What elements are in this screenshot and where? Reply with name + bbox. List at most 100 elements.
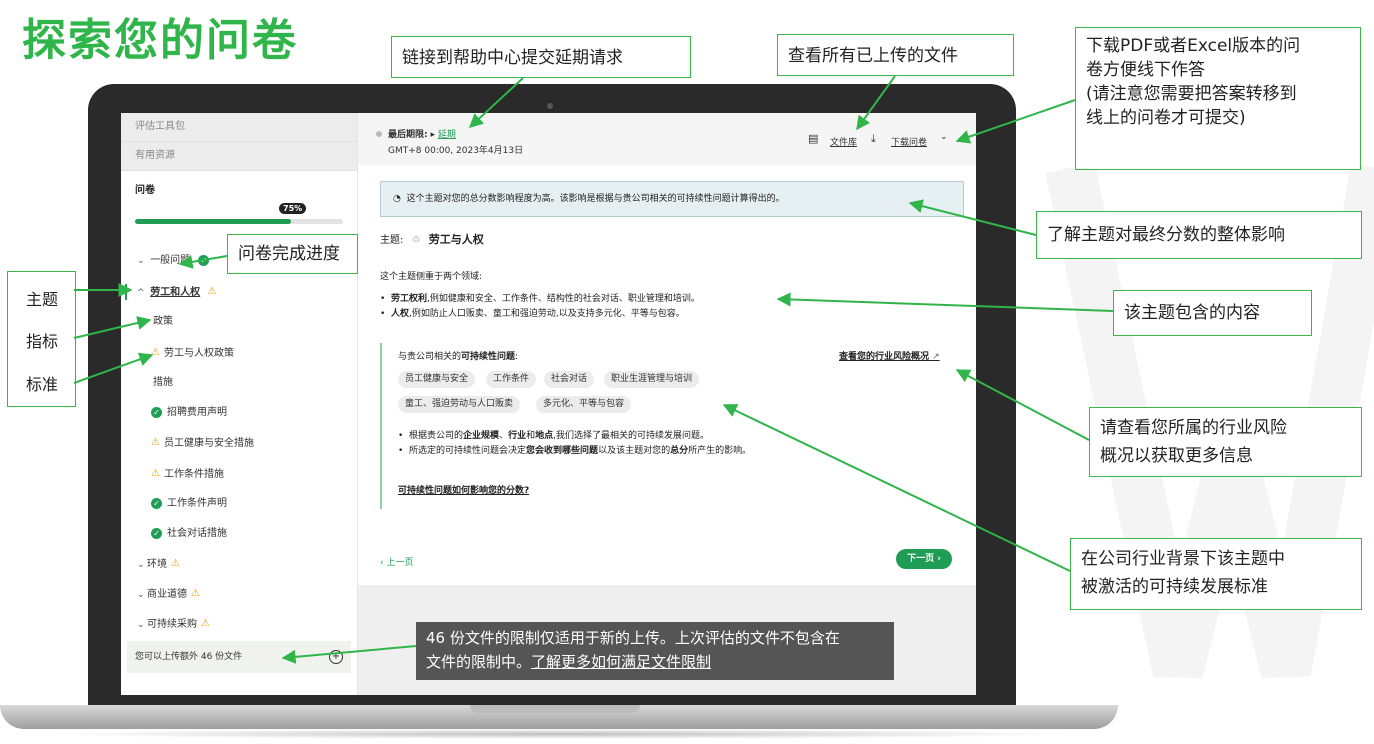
focus-bullet-human: • 人权,例如防止人口贩卖、童工和强迫劳动,以及支持多元化、平等与包容。 <box>380 309 685 319</box>
callout-download: 下载PDF或者Excel版本的问 卷方便线下作答 (请注意您需要把答案转移到 线… <box>1075 27 1361 170</box>
sidebar-section-questionnaire: 问卷 <box>135 185 155 196</box>
label-theme: 主题 <box>26 290 59 309</box>
main-header: 最后期限: ▸ 延期 GMT+8 00:00, 2023年4月13日 ▤ 文件库… <box>358 113 976 165</box>
laptop-shadow <box>40 729 1080 739</box>
focus-bullet-labor: • 劳工权利,例如健康和安全、工作条件、结构性的社会对话、职业管理和培训。 <box>380 294 700 304</box>
score-help-link[interactable]: 可持续性问题如何影响您的分数? <box>398 483 529 496</box>
add-file-icon[interactable]: + <box>329 650 343 664</box>
note-bold: 地点 <box>535 431 554 441</box>
theme-name: 劳工与人权 <box>428 233 484 246</box>
callout-impact: 了解主题对最终分数的整体影响 <box>1036 211 1362 259</box>
deadline: 最后期限: ▸ 延期 <box>376 127 456 140</box>
warning-icon: ⚠ <box>201 618 210 629</box>
progress-fill <box>135 219 291 224</box>
callout-risk: 请查看您所属的行业风险 概况以获取更多信息 <box>1089 407 1362 477</box>
note-text: 所选定的可持续性问题会决定 <box>409 446 527 456</box>
note-text: 以及该主题对您的 <box>598 446 671 456</box>
main-content: ◔ 这个主题对您的总分数影响程度为高。该影响是根据与贵公司相关的可持续性问题计算… <box>358 165 976 585</box>
sidebar-item-recruit-fee[interactable]: ✓ 招聘费用声明 <box>151 405 227 421</box>
sidebar-item-label: 社会对话措施 <box>167 528 227 539</box>
callout-standards: 在公司行业背景下该主题中 被激活的可持续发展标准 <box>1070 538 1362 610</box>
sidebar-item-work-cond-stmt[interactable]: ✓ 工作条件声明 <box>151 496 227 512</box>
sidebar-item-general[interactable]: ⌄ 一般问题 ✓ <box>137 253 214 269</box>
upload-quota-text: 您可以上传额外 46 份文件 <box>135 652 243 662</box>
theme-prefix: 主题: <box>380 235 404 246</box>
bullet-text: ,例如健康和安全、工作条件、结构性的社会对话、职业管理和培训。 <box>427 294 700 304</box>
prev-page-link[interactable]: ‹ 上一页 <box>380 555 413 568</box>
sidebar-item-measures[interactable]: 措施 <box>153 375 173 391</box>
sidebar-item-label: 劳工与人权政策 <box>163 348 234 359</box>
risk-profile-link[interactable]: 查看您的行业风险概况 ↗ <box>839 349 940 362</box>
chevron-down-icon: ⌄ <box>137 256 145 266</box>
note-bold: 总分 <box>670 446 689 456</box>
sidebar-item-label: 招聘费用声明 <box>167 407 227 418</box>
download-link[interactable]: 下载问卷 <box>891 135 927 148</box>
sidebar-item-label: 劳工和人权 <box>150 287 201 298</box>
bullet-bold: 劳工权利 <box>391 294 428 304</box>
callout-line: 被激活的可持续发展标准 <box>1081 577 1268 597</box>
callout-line: 下载PDF或者Excel版本的问 <box>1086 36 1301 56</box>
file-limit-link[interactable]: 了解更多如何满足文件限制 <box>531 653 711 671</box>
issue-tag: 员工健康与安全 <box>398 371 476 388</box>
check-icon: ✓ <box>151 497 162 509</box>
impact-text: 这个主题对您的总分数影响程度为高。该影响是根据与贵公司相关的可持续性问题计算得出… <box>406 194 785 204</box>
chevron-down-icon[interactable]: ⌄ <box>940 132 948 142</box>
laptop-notch <box>470 705 640 713</box>
sidebar-item-label: 一般问题 <box>150 255 191 266</box>
sidebar-item-social-dialog[interactable]: ✓ 社会对话措施 <box>151 526 227 542</box>
sidebar-item-health-safety[interactable]: ⚠ 员工健康与安全措施 <box>151 435 254 451</box>
callout-left-labels: 主题 指标 标准 <box>7 271 76 407</box>
callout-progress: 问卷完成进度 <box>227 234 358 274</box>
next-page-button[interactable]: 下一页 › <box>896 549 952 569</box>
library-icon[interactable]: ▤ <box>808 132 818 145</box>
risk-profile-label: 查看您的行业风险概况 <box>839 352 930 362</box>
note-text: ,我们选择了最相关的可持续发展问题。 <box>553 431 709 441</box>
bullet-bold: 人权 <box>391 309 410 319</box>
file-limit-tooltip: 46 份文件的限制仅适用于新的上传。上次评估的文件不包含在 文件的限制中。了解更… <box>416 622 894 680</box>
chevron-up-icon: ^ <box>137 288 145 298</box>
sidebar-item-label: 环境 <box>147 559 167 570</box>
label-indicator: 指标 <box>26 332 59 351</box>
sidebar-item-labor[interactable]: ^ 劳工和人权 ⚠ <box>125 284 216 300</box>
sidebar-nav-resources[interactable]: 有用资源 <box>121 142 357 171</box>
sidebar-item-label: 员工健康与安全措施 <box>163 438 254 449</box>
app-screen: 评估工具包 有用资源 问卷 75% ⌄ 一般问题 ✓ ^ 劳工和人权 ⚠ 政策 … <box>121 113 976 695</box>
sidebar-item-labor-policy[interactable]: ⚠ 劳工与人权政策 <box>151 345 234 361</box>
camera-icon <box>547 103 553 109</box>
sidebar-item-work-cond[interactable]: ⚠ 工作条件措施 <box>151 466 224 482</box>
callout-help-center: 链接到帮助中心提交延期请求 <box>391 36 691 78</box>
issues-prefix: 与贵公司相关的 <box>398 352 462 362</box>
bullet-text: ,例如防止人口贩卖、童工和强迫劳动,以及支持多元化、平等与包容。 <box>409 309 685 319</box>
download-icon[interactable]: ⤓ <box>871 132 876 146</box>
sidebar-nav-toolkit[interactable]: 评估工具包 <box>121 113 357 142</box>
sidebar-item-label: 工作条件声明 <box>167 498 227 509</box>
issues-box: 与贵公司相关的可持续性问题: 查看您的行业风险概况 ↗ 员工健康与安全 工作条件… <box>380 343 952 509</box>
deadline-label: 最后期限: <box>388 130 428 140</box>
library-link[interactable]: 文件库 <box>830 135 857 148</box>
callout-content: 该主题包含的内容 <box>1113 290 1312 336</box>
warning-icon: ⚠ <box>171 558 180 569</box>
sidebar-item-policy[interactable]: 政策 <box>153 314 173 330</box>
callout-line: (请注意您需要把答案转移到 <box>1086 84 1297 104</box>
extend-link[interactable]: 延期 <box>438 130 456 140</box>
sidebar-item-environment[interactable]: ⌄ 环境 ⚠ <box>137 556 180 572</box>
warning-icon: ⚠ <box>151 437 160 448</box>
issue-tag: 社会对话 <box>544 371 595 388</box>
sidebar-item-ethics[interactable]: ⌄ 商业道德 ⚠ <box>137 586 200 602</box>
label-standard: 标准 <box>26 375 59 394</box>
people-icon: ♲ <box>411 235 421 246</box>
tooltip-line1: 46 份文件的限制仅适用于新的上传。上次评估的文件不包含在 <box>426 629 840 647</box>
tooltip-text: 文件的限制中。 <box>426 653 532 671</box>
issue-tag: 多元化、平等与包容 <box>536 396 632 413</box>
note-bold: 您会收到哪些问题 <box>526 446 599 456</box>
status-dot-icon <box>376 131 382 137</box>
warning-icon: ⚠ <box>151 468 160 479</box>
progress-bar <box>135 219 343 224</box>
gauge-icon: ◔ <box>393 194 401 204</box>
sidebar-item-label: 工作条件措施 <box>163 469 224 480</box>
note-text: 、 <box>499 431 509 441</box>
page-title: 探索您的问卷 <box>22 15 298 66</box>
deadline-time: GMT+8 00:00, 2023年4月13日 <box>388 146 524 156</box>
sidebar-item-procurement[interactable]: ⌄ 可持续采购 ⚠ <box>137 616 210 632</box>
callout-line: 请查看您所属的行业风险 <box>1100 418 1287 438</box>
